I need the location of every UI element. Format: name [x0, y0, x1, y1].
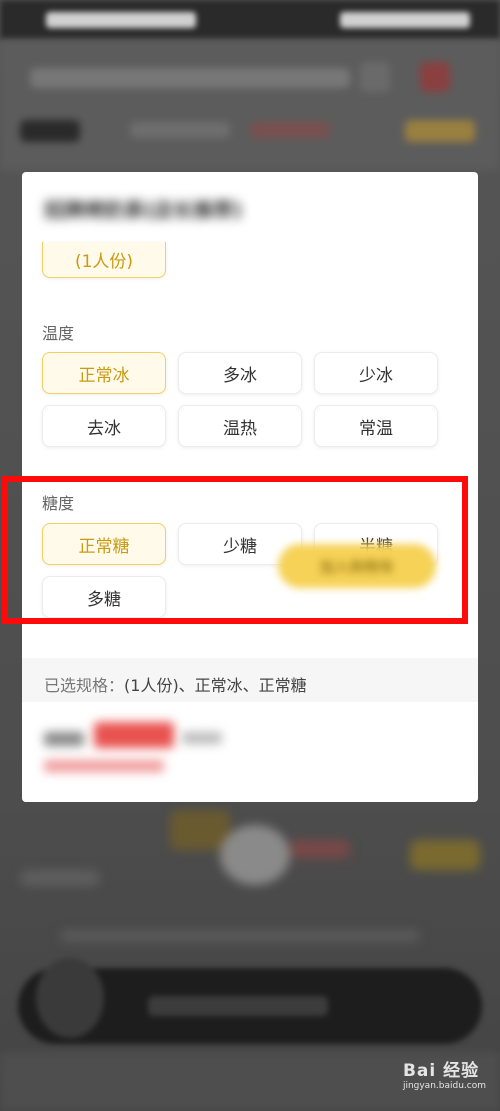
selected-spec-label: 已选规格：	[44, 676, 125, 695]
watermark-subtext: jingyan.baidu.com	[402, 1081, 486, 1091]
portion-option-selected[interactable]: (1人份)	[42, 242, 166, 278]
price-value	[94, 722, 174, 748]
option-label: 少冰	[359, 365, 393, 386]
status-bar	[0, 0, 500, 40]
price-placeholder	[44, 732, 84, 746]
watermark-text: Bai 经验	[402, 1061, 480, 1081]
option-label: 常温	[359, 418, 393, 439]
temperature-option-normal-ice[interactable]: 正常冰	[42, 352, 166, 394]
baidu-jingyan-watermark: Bai 经验 jingyan.baidu.com	[403, 1056, 486, 1091]
option-label: 多冰	[223, 365, 257, 386]
highlight-annotation-box	[2, 476, 468, 624]
background-header	[0, 40, 500, 170]
discount-note	[44, 760, 164, 772]
temperature-option-no-ice[interactable]: 去冰	[42, 405, 166, 447]
temperature-option-more-ice[interactable]: 多冰	[178, 352, 302, 394]
background-cart-bar	[18, 958, 482, 1044]
original-price	[182, 732, 222, 744]
option-label: 正常冰	[78, 365, 130, 386]
temperature-option-room-temp[interactable]: 常温	[314, 405, 438, 447]
option-label: 温热	[223, 418, 257, 439]
modal-title: 招牌烤奶茶(店长推荐)	[44, 198, 243, 222]
price-row	[22, 702, 478, 802]
temperature-option-warm[interactable]: 温热	[178, 405, 302, 447]
temperature-option-less-ice[interactable]: 少冰	[314, 352, 438, 394]
option-label: 去冰	[87, 418, 121, 439]
portion-option-label: (1人份)	[74, 252, 134, 272]
background-product-list	[0, 800, 500, 980]
temperature-section-label: 温度	[42, 324, 75, 343]
selected-spec-value: (1人份)、正常冰、正常糖	[124, 676, 307, 695]
selected-spec-summary: 已选规格：(1人份)、正常冰、正常糖	[44, 672, 307, 696]
